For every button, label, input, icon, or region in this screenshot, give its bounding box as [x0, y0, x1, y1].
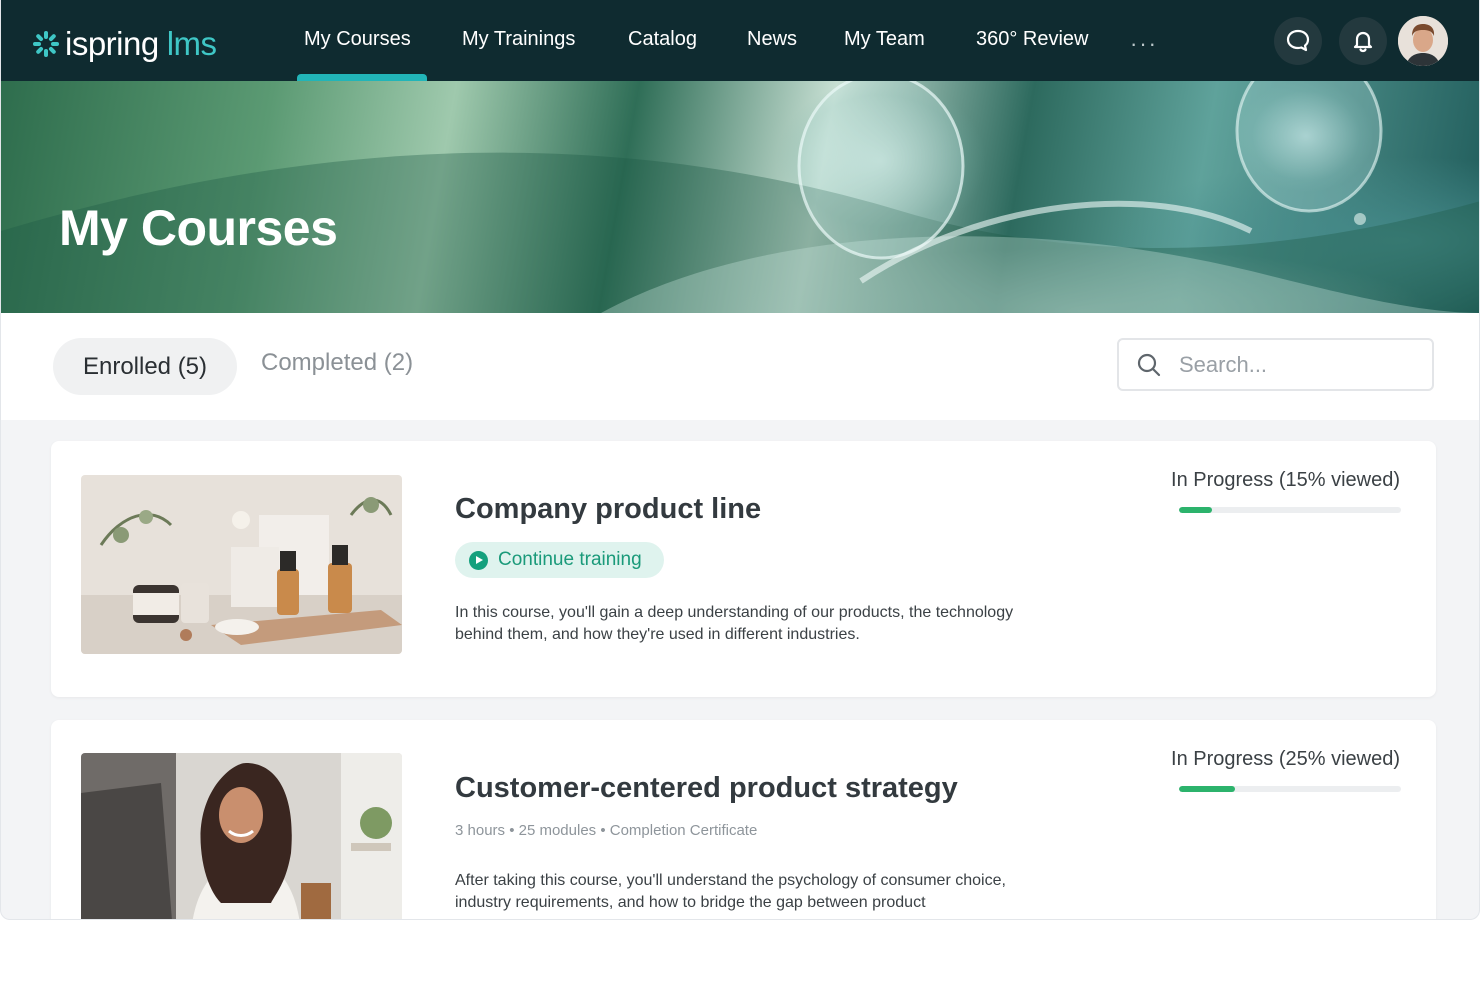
course-status: In Progress (15% viewed) — [1171, 469, 1400, 491]
woman-at-computer-photo — [81, 753, 402, 919]
course-thumbnail[interactable] — [81, 475, 402, 654]
skincare-products-photo — [81, 475, 402, 654]
tab-enrolled[interactable]: Enrolled (5) — [53, 338, 237, 395]
course-card[interactable]: Customer-centered product strategy 3 hou… — [51, 720, 1436, 919]
user-photo — [1398, 16, 1448, 66]
progress-bar — [1179, 507, 1401, 513]
progress-fill — [1179, 786, 1235, 792]
bell-icon — [1353, 31, 1373, 53]
top-navigation: ispring lms My Courses My Trainings Catal… — [1, 0, 1479, 81]
progress-bar — [1179, 786, 1401, 792]
course-description: After taking this course, you'll underst… — [455, 872, 1006, 911]
ispring-logo[interactable]: ispring lms — [31, 24, 217, 64]
nav-item-360-review[interactable]: 360° Review — [976, 28, 1089, 51]
play-icon — [469, 550, 488, 570]
chat-button[interactable] — [1274, 17, 1322, 65]
course-meta: 3 hours • 25 modules • Completion Certif… — [455, 822, 758, 839]
nav-item-news[interactable]: News — [747, 28, 797, 51]
continue-training-button[interactable]: Continue training — [455, 542, 664, 578]
hero-banner: My Courses — [1, 81, 1479, 313]
brand-name: ispring — [65, 25, 159, 62]
logo-icon — [33, 31, 59, 57]
active-tab-indicator — [297, 74, 427, 81]
notifications-button[interactable] — [1339, 17, 1387, 65]
course-description: In this course, you'll gain a deep under… — [455, 604, 1014, 643]
course-card[interactable]: Company product line Continue training I… — [51, 441, 1436, 697]
logo-text: ispring lms — [65, 25, 217, 63]
search-icon — [1137, 353, 1161, 376]
course-thumbnail[interactable] — [81, 753, 402, 919]
nav-item-my-courses[interactable]: My Courses — [304, 28, 411, 51]
nav-item-my-team[interactable]: My Team — [844, 28, 925, 51]
course-title[interactable]: Company product line — [455, 493, 761, 526]
search-box[interactable] — [1117, 338, 1434, 391]
app-window: ispring lms My Courses My Trainings Catal… — [0, 0, 1480, 920]
filter-bar: Enrolled (5) Completed (2) — [1, 313, 1479, 420]
more-menu-icon[interactable]: ··· — [1130, 31, 1158, 57]
nav-item-my-trainings[interactable]: My Trainings — [462, 28, 575, 51]
page-title: My Courses — [59, 200, 338, 256]
continue-training-label: Continue training — [498, 549, 642, 570]
chat-icon — [1286, 29, 1310, 52]
tab-completed[interactable]: Completed (2) — [261, 349, 413, 377]
search-input[interactable] — [1177, 350, 1421, 379]
hero-background-art — [1, 81, 1479, 313]
course-title[interactable]: Customer-centered product strategy — [455, 772, 958, 805]
course-status: In Progress (25% viewed) — [1171, 748, 1400, 770]
brand-suffix: lms — [166, 25, 217, 62]
nav-item-catalog[interactable]: Catalog — [628, 28, 697, 51]
progress-fill — [1179, 507, 1213, 513]
user-avatar[interactable] — [1398, 16, 1448, 66]
